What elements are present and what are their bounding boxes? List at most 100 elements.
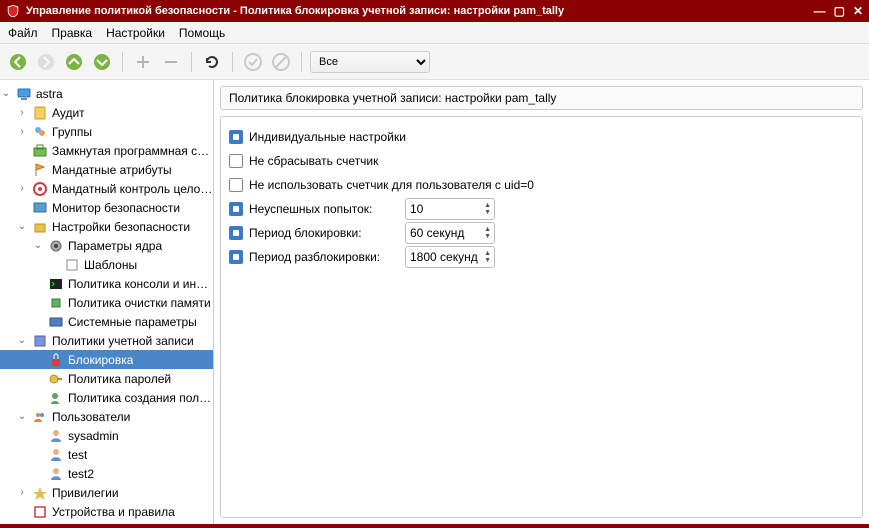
down-button[interactable]: [90, 50, 114, 74]
filter-select[interactable]: Все: [310, 51, 430, 73]
add-button[interactable]: [131, 50, 155, 74]
tree-lockout[interactable]: Блокировка: [0, 350, 213, 369]
tree-privileges[interactable]: ›Привилегии: [0, 483, 213, 502]
separator: [122, 52, 123, 72]
refresh-button[interactable]: [200, 50, 224, 74]
menu-settings[interactable]: Настройки: [106, 26, 165, 40]
tree-pwd-policy[interactable]: Политика паролей: [0, 369, 213, 388]
flag-icon: [32, 162, 48, 178]
back-button[interactable]: [6, 50, 30, 74]
collapse-icon[interactable]: ⌄: [16, 335, 28, 346]
sidebar-tree[interactable]: ⌄astra ›Аудит ›Группы Замкнутая программ…: [0, 80, 214, 524]
maximize-button[interactable]: ▢: [834, 4, 845, 18]
system-icon: [48, 314, 64, 330]
monitor-icon: [32, 200, 48, 216]
collapse-icon[interactable]: ⌄: [16, 411, 28, 422]
spinner-arrows-icon[interactable]: ▲▼: [484, 226, 494, 240]
kernel-icon: [48, 238, 64, 254]
menu-help[interactable]: Помощь: [179, 26, 225, 40]
tree-templates[interactable]: Шаблоны: [0, 255, 213, 274]
collapse-icon[interactable]: ⌄: [32, 240, 44, 251]
titlebar: Управление политикой безопасности - Поли…: [0, 0, 869, 22]
label-no-counter-uid0: Не использовать счетчик для пользователя…: [249, 178, 534, 192]
collapse-icon[interactable]: ⌄: [16, 221, 28, 232]
panel-body: Индивидуальные настройки Не сбрасывать с…: [220, 116, 863, 518]
checkbox-unlock-period[interactable]: [229, 250, 243, 264]
user-icon: [48, 428, 64, 444]
user-icon: [48, 466, 64, 482]
checkbox-fail-attempts[interactable]: [229, 202, 243, 216]
computer-icon: [16, 86, 32, 102]
expand-icon[interactable]: ›: [16, 487, 28, 498]
expand-icon[interactable]: ›: [16, 107, 28, 118]
checkbox-no-reset[interactable]: [229, 154, 243, 168]
tree-sys-params[interactable]: Системные параметры: [0, 312, 213, 331]
tree-users[interactable]: ⌄Пользователи: [0, 407, 213, 426]
forward-button[interactable]: [34, 50, 58, 74]
apply-button[interactable]: [241, 50, 265, 74]
menu-file[interactable]: Файл: [8, 26, 38, 40]
tree-audit[interactable]: ›Аудит: [0, 103, 213, 122]
statusbar: [0, 524, 869, 528]
label-unlock-period: Период разблокировки:: [249, 250, 399, 264]
tree-user-sysadmin[interactable]: sysadmin: [0, 426, 213, 445]
spinbox-unlock-period[interactable]: 1800 секунд▲▼: [405, 246, 495, 268]
tree-user-test[interactable]: test: [0, 445, 213, 464]
toolbar: Все: [0, 44, 869, 80]
menubar: Файл Правка Настройки Помощь: [0, 22, 869, 44]
memory-icon: [48, 295, 64, 311]
separator: [301, 52, 302, 72]
cancel-button[interactable]: [269, 50, 293, 74]
spinbox-fail-attempts[interactable]: 10▲▼: [405, 198, 495, 220]
remove-button[interactable]: [159, 50, 183, 74]
tree-groups[interactable]: ›Группы: [0, 122, 213, 141]
tree-closed-env[interactable]: Замкнутая программная среда: [0, 141, 213, 160]
tree-mem-clear[interactable]: Политика очистки памяти: [0, 293, 213, 312]
label-lock-period: Период блокировки:: [249, 226, 399, 240]
user-icon: [48, 447, 64, 463]
tree-user-test2[interactable]: test2: [0, 464, 213, 483]
close-button[interactable]: ✕: [853, 4, 863, 18]
menu-edit[interactable]: Правка: [52, 26, 93, 40]
terminal-icon: [48, 276, 64, 292]
panel-header: Политика блокировка учетной записи: наст…: [220, 86, 863, 110]
up-button[interactable]: [62, 50, 86, 74]
checkbox-no-counter-uid0[interactable]: [229, 178, 243, 192]
users-icon: [32, 409, 48, 425]
tree-devices[interactable]: Устройства и правила: [0, 502, 213, 521]
checkbox-individual[interactable]: [229, 130, 243, 144]
separator: [232, 52, 233, 72]
expand-icon[interactable]: ›: [16, 183, 28, 194]
spinner-arrows-icon[interactable]: ▲▼: [484, 202, 494, 216]
label-no-reset: Не сбрасывать счетчик: [249, 154, 378, 168]
checkbox-lock-period[interactable]: [229, 226, 243, 240]
minimize-button[interactable]: —: [814, 4, 826, 18]
password-icon: [48, 371, 64, 387]
audit-icon: [32, 105, 48, 121]
tree-mand-attr[interactable]: Мандатные атрибуты: [0, 160, 213, 179]
spinner-arrows-icon[interactable]: ▲▼: [484, 250, 494, 264]
tree-kernel[interactable]: ⌄Параметры ядра: [0, 236, 213, 255]
collapse-icon[interactable]: ⌄: [0, 88, 12, 99]
spinbox-lock-period[interactable]: 60 секунд▲▼: [405, 222, 495, 244]
privileges-icon: [32, 485, 48, 501]
window-title: Управление политикой безопасности - Поли…: [26, 5, 814, 17]
shield-icon: [6, 4, 20, 18]
closed-env-icon: [32, 143, 48, 159]
tree-sec-settings[interactable]: ⌄Настройки безопасности: [0, 217, 213, 236]
tree-root[interactable]: ⌄astra: [0, 84, 213, 103]
tree-user-create[interactable]: Политика создания пользова...: [0, 388, 213, 407]
devices-icon: [32, 504, 48, 520]
templates-icon: [64, 257, 80, 273]
expand-icon[interactable]: ›: [16, 126, 28, 137]
tree-console-policy[interactable]: Политика консоли и интерпр...: [0, 274, 213, 293]
tree-sec-monitor[interactable]: Монитор безопасности: [0, 198, 213, 217]
account-policy-icon: [32, 333, 48, 349]
lock-icon: [48, 352, 64, 368]
user-create-icon: [48, 390, 64, 406]
integrity-icon: [32, 181, 48, 197]
label-individual: Индивидуальные настройки: [249, 130, 406, 144]
tree-mand-integ[interactable]: ›Мандатный контроль целостности: [0, 179, 213, 198]
tree-acct-policy[interactable]: ⌄Политики учетной записи: [0, 331, 213, 350]
settings-icon: [32, 219, 48, 235]
